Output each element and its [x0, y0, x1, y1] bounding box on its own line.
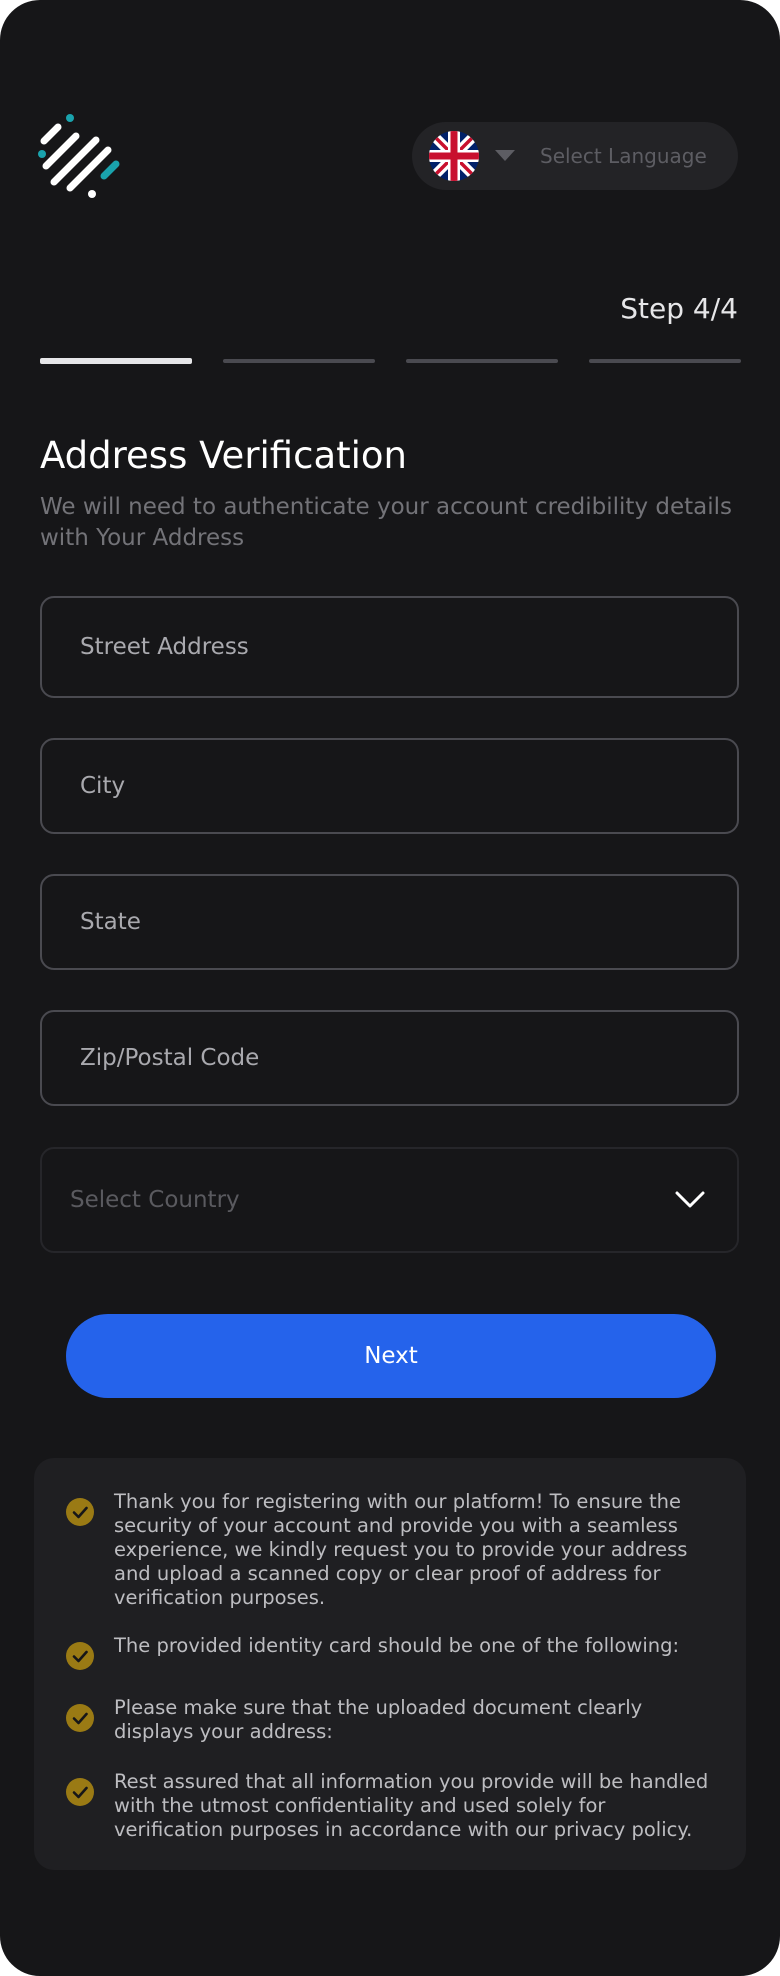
progress-segment-1: [40, 358, 192, 364]
country-select[interactable]: Select Country: [40, 1147, 739, 1253]
page-title: Address Verification: [40, 434, 408, 477]
info-item-text: Thank you for registering with our platf…: [114, 1490, 688, 1609]
uk-flag-icon: [429, 131, 479, 181]
brand-logo: [38, 114, 124, 198]
zip-field: [40, 1010, 739, 1106]
caret-down-icon: [494, 147, 516, 161]
page-subtitle: We will need to authenticate your accoun…: [40, 494, 732, 551]
info-item-text: Please make sure that the uploaded docum…: [114, 1696, 643, 1743]
step-indicator: Step 4/4: [620, 292, 738, 325]
progress-segment-4: [589, 359, 741, 363]
app-screen: Select Language Step 4/4 Address Verific…: [0, 0, 780, 1976]
check-circle-icon: [66, 1704, 94, 1732]
progress-segment-3: [406, 359, 558, 363]
state-field: [40, 874, 739, 970]
info-card: Thank you for registering with our platf…: [34, 1458, 746, 1870]
city-field: [40, 738, 739, 834]
next-button[interactable]: Next: [66, 1314, 716, 1398]
city-input[interactable]: [42, 740, 737, 832]
country-select-label: Select Country: [70, 1187, 240, 1213]
state-input[interactable]: [42, 876, 737, 968]
progress-segment-2: [223, 359, 375, 363]
check-circle-icon: [66, 1498, 94, 1526]
language-selector[interactable]: Select Language: [412, 122, 738, 190]
street-address-input[interactable]: [42, 598, 737, 696]
zip-input[interactable]: [42, 1012, 737, 1104]
chevron-down-icon: [675, 1191, 705, 1209]
check-circle-icon: [66, 1778, 94, 1806]
info-item-text: The provided identity card should be one…: [114, 1634, 680, 1657]
language-label: Select Language: [540, 144, 707, 168]
check-circle-icon: [66, 1642, 94, 1670]
street-address-field: [40, 596, 739, 698]
info-item-text: Rest assured that all information you pr…: [114, 1770, 709, 1841]
